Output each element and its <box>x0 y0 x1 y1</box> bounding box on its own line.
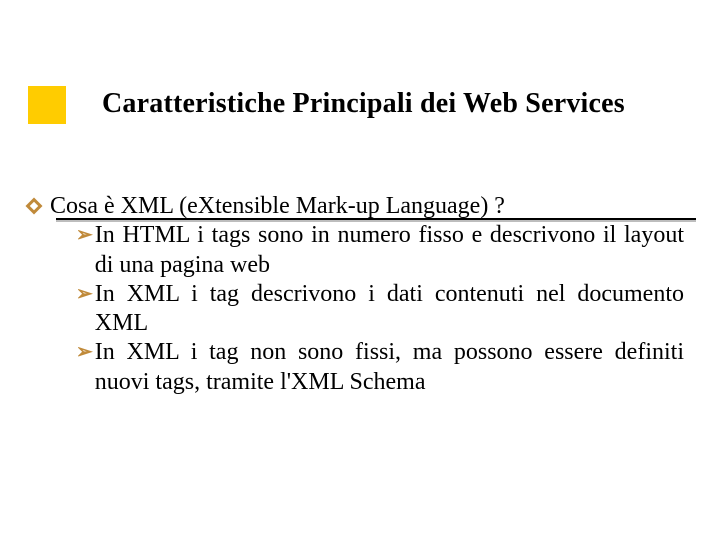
level1-text: Cosa è XML (eXtensible Mark-up Language)… <box>50 192 505 221</box>
level2-text: In XML i tag descrivono i dati contenuti… <box>95 280 684 339</box>
arrow-bullet-icon: ➢ <box>76 282 93 306</box>
diamond-bullet-icon <box>26 198 42 214</box>
list-item: Cosa è XML (eXtensible Mark-up Language)… <box>26 192 694 221</box>
sublist: ➢ In HTML i tags sono in numero fisso e … <box>76 221 684 397</box>
title-row: Caratteristiche Principali dei Web Servi… <box>0 84 720 124</box>
level2-text: In HTML i tags sono in numero fisso e de… <box>95 221 684 280</box>
slide-body: Cosa è XML (eXtensible Mark-up Language)… <box>26 192 694 397</box>
list-item: ➢ In XML i tag descrivono i dati contenu… <box>76 280 684 339</box>
arrow-bullet-icon: ➢ <box>76 340 93 364</box>
arrow-bullet-icon: ➢ <box>76 223 93 247</box>
list-item: ➢ In HTML i tags sono in numero fisso e … <box>76 221 684 280</box>
slide-title: Caratteristiche Principali dei Web Servi… <box>102 88 625 120</box>
slide-header: Caratteristiche Principali dei Web Servi… <box>0 84 720 124</box>
level2-text: In XML i tag non sono fissi, ma possono … <box>95 338 684 397</box>
slide: Caratteristiche Principali dei Web Servi… <box>0 0 720 540</box>
accent-square-icon <box>28 86 66 124</box>
list-item: ➢ In XML i tag non sono fissi, ma posson… <box>76 338 684 397</box>
